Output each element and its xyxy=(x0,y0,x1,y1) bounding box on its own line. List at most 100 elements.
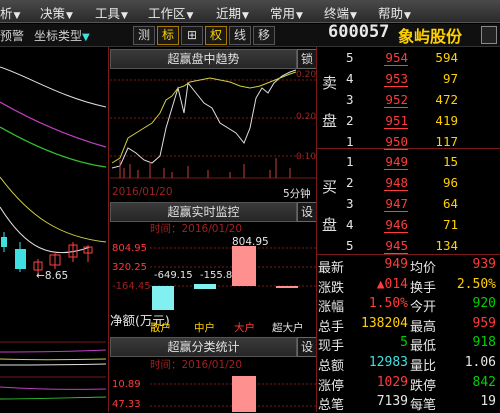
sell-level: 1 xyxy=(346,134,354,149)
quote-value: 7139 xyxy=(376,394,408,410)
buy-price[interactable]: 946 xyxy=(384,217,408,233)
sell-label-2: 盘 xyxy=(322,112,338,130)
grid-icon[interactable]: ⊞ xyxy=(181,26,203,45)
category-medium: 中户 xyxy=(194,322,215,334)
sell-level: 3 xyxy=(346,92,354,107)
sell-price[interactable]: 954 xyxy=(384,50,408,66)
monitor-ytick-1: 804.95 xyxy=(112,243,147,254)
quote-value: 1.50% xyxy=(368,296,408,312)
rights-button[interactable]: 权 xyxy=(205,26,227,45)
stock-spinner[interactable] xyxy=(481,26,497,44)
menu-decision[interactable]: 决策▼ xyxy=(40,3,73,22)
quote-label: 总笔 xyxy=(318,398,345,413)
stats-ytick-2: 47.33 xyxy=(112,399,141,410)
quote-value: 2.50% xyxy=(456,276,496,292)
quote-value: ▲014 xyxy=(376,276,408,292)
arrow-left-icon: ← xyxy=(36,270,45,282)
intraday-axis-2: 0.20 xyxy=(296,112,317,122)
buy-level: 4 xyxy=(346,217,354,232)
buy-level: 3 xyxy=(346,196,354,211)
price-marker: ←8.65 xyxy=(36,270,69,282)
stock-name: 象屿股份 xyxy=(398,27,463,46)
axis-type-select[interactable]: 坐标类型▼ xyxy=(34,27,90,44)
stats-ytick-1: 10.89 xyxy=(112,379,141,390)
quote-label: 每笔 xyxy=(410,398,437,413)
menu-common[interactable]: 常用▼ xyxy=(270,3,303,22)
quote-label: 总额 xyxy=(318,359,345,374)
sell-level: 4 xyxy=(346,71,354,86)
monitor-ytick-3: -164.45 xyxy=(112,281,151,292)
quote-label: 最低 xyxy=(410,339,437,355)
quote-label: 换手 xyxy=(410,280,437,296)
buy-volume: 64 xyxy=(442,196,458,211)
quote-label: 最新 xyxy=(318,261,345,276)
monitor-bar-label-2: -155.8 xyxy=(200,270,233,281)
buy-level: 1 xyxy=(346,154,354,169)
stock-code: 600057 xyxy=(328,22,390,42)
intraday-axis-3: 0.10 xyxy=(296,152,317,162)
monitor-bar-top-label: 804.95 xyxy=(232,236,269,248)
monitor-panel-title: 超赢实时监控 xyxy=(110,202,297,222)
quote-label: 今开 xyxy=(410,300,437,316)
sell-level: 5 xyxy=(346,50,354,65)
quote-value: 138204 xyxy=(361,315,408,331)
buy-level: 2 xyxy=(346,175,354,190)
buy-volume: 134 xyxy=(435,238,458,253)
quote-value: 5 xyxy=(400,335,408,351)
menu-bar xyxy=(0,0,500,23)
quote-label: 现手 xyxy=(318,339,345,355)
menu-terminal[interactable]: 终端▼ xyxy=(324,3,357,22)
chevron-down-icon: ▼ xyxy=(82,32,90,43)
quote-value: 1029 xyxy=(376,374,408,390)
buy-volume: 15 xyxy=(442,154,458,169)
buy-volume: 71 xyxy=(442,217,458,232)
intraday-chart xyxy=(110,69,316,179)
quote-value: 920 xyxy=(472,296,496,312)
sell-price[interactable]: 952 xyxy=(384,92,408,108)
buy-label-2: 盘 xyxy=(322,216,338,234)
quote-label: 均价 xyxy=(410,261,437,276)
bar-retail xyxy=(152,286,174,310)
quote-value: 12983 xyxy=(368,355,408,370)
sell-level: 2 xyxy=(346,113,354,128)
bar-large xyxy=(232,246,256,286)
lock-button[interactable]: 锁 xyxy=(297,49,317,69)
move-button[interactable]: 移 xyxy=(253,26,275,45)
menu-analysis[interactable]: 析▼ xyxy=(0,3,20,22)
quote-label: 最高 xyxy=(410,319,437,335)
sell-price[interactable]: 950 xyxy=(384,134,408,150)
quote-value: 949 xyxy=(384,257,408,272)
bar-medium xyxy=(194,284,216,289)
menu-workspace[interactable]: 工作区▼ xyxy=(148,3,193,22)
alert-button[interactable]: 预警 xyxy=(0,27,24,44)
quote-label: 量比 xyxy=(410,359,437,374)
category-super: 超大户 xyxy=(272,322,304,334)
quote-value: 19 xyxy=(480,394,496,410)
candle xyxy=(15,249,26,269)
quote-value: 959 xyxy=(472,315,496,331)
sell-price[interactable]: 951 xyxy=(384,113,408,129)
quote-value: 1.06 xyxy=(464,355,496,370)
buy-price[interactable]: 945 xyxy=(384,238,408,254)
quote-label: 涨幅 xyxy=(318,300,345,316)
line-button[interactable]: 线 xyxy=(229,26,251,45)
sell-volume: 594 xyxy=(435,50,458,65)
stats-settings-button[interactable]: 设 xyxy=(297,337,317,357)
menu-tools[interactable]: 工具▼ xyxy=(95,3,128,22)
menu-help[interactable]: 帮助▼ xyxy=(378,3,411,22)
buy-level: 5 xyxy=(346,238,354,253)
buy-price[interactable]: 948 xyxy=(384,175,408,191)
sell-volume: 419 xyxy=(435,113,458,128)
buy-price[interactable]: 949 xyxy=(384,154,408,170)
mark-button[interactable]: 标 xyxy=(157,26,179,45)
quote-label: 涨停 xyxy=(318,378,345,394)
test-button[interactable]: 测 xyxy=(133,26,155,45)
quote-value: 842 xyxy=(472,374,496,390)
intraday-period[interactable]: 5分钟 xyxy=(283,186,311,201)
sell-price[interactable]: 953 xyxy=(384,71,408,87)
buy-price[interactable]: 947 xyxy=(384,196,408,212)
quote-label: 总手 xyxy=(318,319,345,335)
intraday-panel-title: 超赢盘中趋势 xyxy=(110,49,297,69)
monitor-settings-button[interactable]: 设 xyxy=(297,202,317,222)
menu-recent[interactable]: 近期▼ xyxy=(216,3,249,22)
